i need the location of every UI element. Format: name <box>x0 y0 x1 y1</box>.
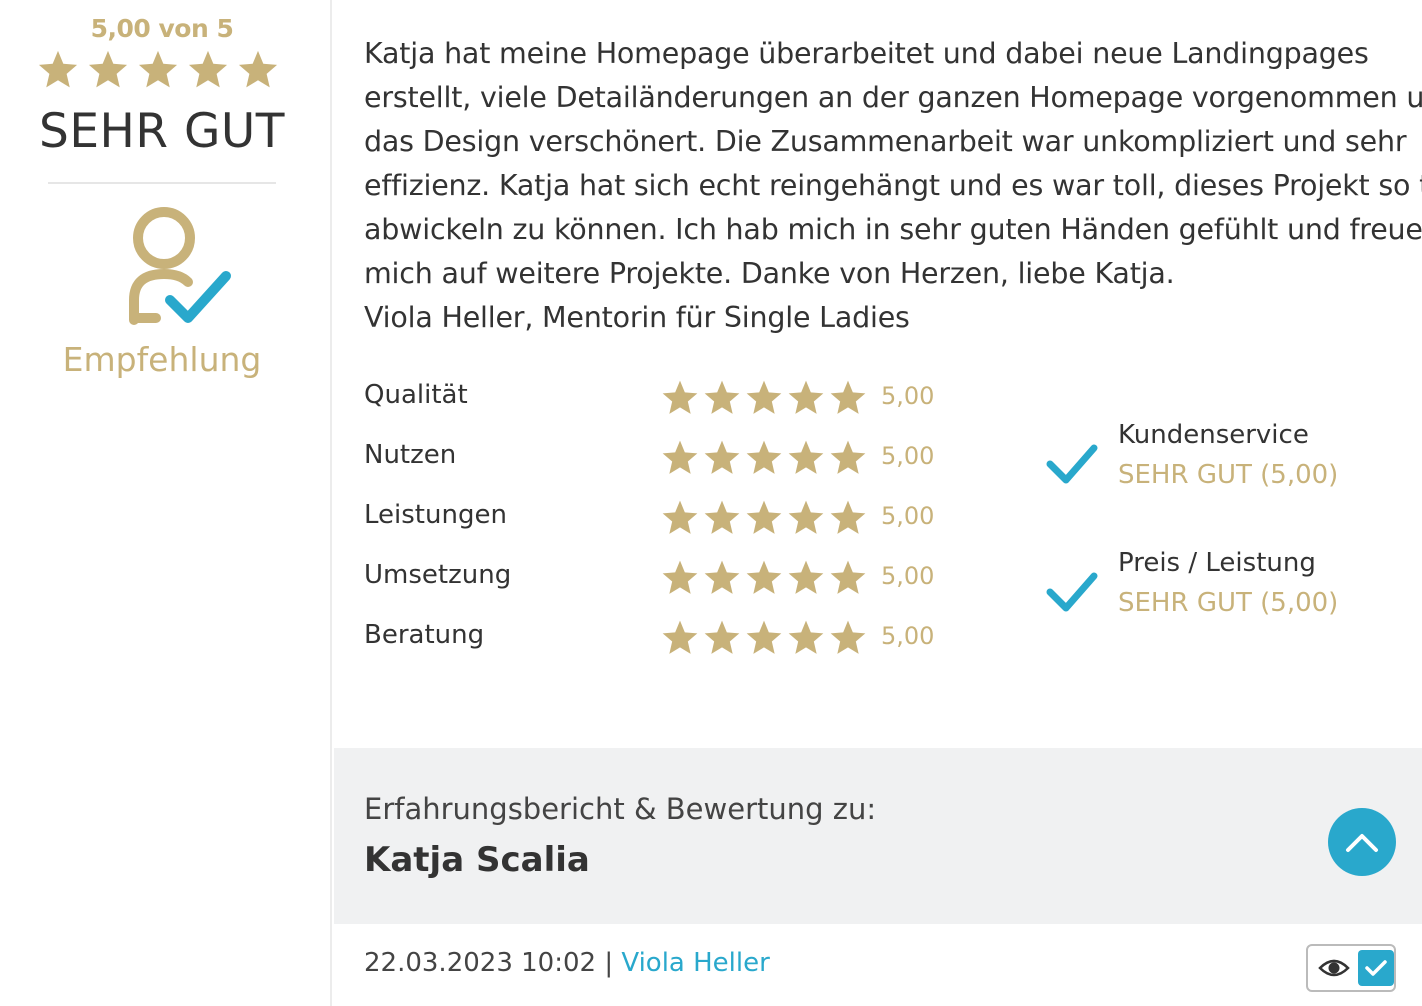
rating-value: 5,00 <box>881 382 935 410</box>
check-icon <box>1046 572 1098 612</box>
review-line: effizienz. Katja hat sich echt reingehän… <box>364 169 1422 202</box>
star-icon <box>662 500 698 534</box>
star-icon <box>704 380 740 414</box>
rating-label: Leistungen <box>364 500 507 530</box>
star-icon <box>746 440 782 474</box>
overall-score: 5,00 von 5 <box>90 14 234 43</box>
rating-summary-sidebar: 5,00 von 5 SEHR GUT Empfehlung <box>0 0 332 1006</box>
rating-value: 5,00 <box>881 562 935 590</box>
star-icon <box>704 500 740 534</box>
rating-value: 5,00 <box>881 442 935 470</box>
star-icon <box>788 380 824 414</box>
rating-stars <box>660 498 868 538</box>
rating-row: Umsetzung 5,00 <box>364 550 984 610</box>
review-line: mich auf weitere Projekte. Danke von Her… <box>364 257 1175 290</box>
star-icon <box>88 50 128 88</box>
rating-label: Nutzen <box>364 440 457 470</box>
star-icon <box>238 50 278 88</box>
reviewed-name[interactable]: Katja Scalia <box>364 840 590 880</box>
review-date: 22.03.2023 10:02 <box>364 948 597 978</box>
star-icon <box>830 440 866 474</box>
check-icon <box>1046 444 1098 484</box>
rating-row: Leistungen 5,00 <box>364 490 984 550</box>
star-icon <box>830 560 866 594</box>
reviewed-profile-band: Erfahrungsbericht & Bewertung zu: Katja … <box>334 748 1422 924</box>
star-icon <box>662 560 698 594</box>
rating-label: Qualität <box>364 380 468 410</box>
recommend-label: Empfehlung <box>62 340 262 379</box>
review-main: Katja hat meine Homepage überarbeitet un… <box>334 0 1422 1006</box>
extra-value: SEHR GUT (5,00) <box>1118 588 1339 618</box>
review-meta: 22.03.2023 10:02 | Viola Heller <box>364 948 770 978</box>
verified-badge[interactable] <box>1306 944 1396 992</box>
star-icon <box>704 560 740 594</box>
star-icon <box>788 500 824 534</box>
rating-stars <box>660 618 868 658</box>
star-icon <box>830 620 866 654</box>
review-line: erstellt, viele Detailänderungen an der … <box>364 81 1422 114</box>
star-icon <box>662 620 698 654</box>
extra-rating-kundenservice: Kundenservice SEHR GUT (5,00) <box>1046 420 1406 510</box>
star-icon <box>704 440 740 474</box>
author-link[interactable]: Viola Heller <box>621 948 769 978</box>
rating-row: Nutzen 5,00 <box>364 430 984 490</box>
extra-rating-preis-leistung: Preis / Leistung SEHR GUT (5,00) <box>1046 548 1406 638</box>
user-check-icon <box>129 207 231 325</box>
rating-row: Beratung 5,00 <box>364 610 984 670</box>
star-icon <box>704 620 740 654</box>
rating-stars <box>660 438 868 478</box>
star-icon <box>38 50 78 88</box>
star-icon <box>788 440 824 474</box>
star-icon <box>746 560 782 594</box>
rating-value: 5,00 <box>881 622 935 650</box>
eye-icon <box>1318 959 1350 977</box>
star-icon <box>746 380 782 414</box>
chevron-up-icon <box>1346 834 1378 852</box>
star-icon <box>662 440 698 474</box>
star-icon <box>662 380 698 414</box>
review-line: abwickeln zu können. Ich hab mich in seh… <box>364 213 1422 246</box>
review-text: Katja hat meine Homepage überarbeitet un… <box>364 32 1422 340</box>
star-icon <box>830 500 866 534</box>
verified-check-icon <box>1358 950 1394 986</box>
star-icon <box>746 500 782 534</box>
rating-label: Beratung <box>364 620 485 650</box>
rating-label: Umsetzung <box>364 560 512 590</box>
star-icon <box>788 620 824 654</box>
extra-value: SEHR GUT (5,00) <box>1118 460 1339 490</box>
rating-stars <box>660 558 868 598</box>
meta-separator: | <box>596 948 622 978</box>
star-icon <box>746 620 782 654</box>
sidebar-divider <box>48 182 276 184</box>
star-icon <box>188 50 228 88</box>
review-signature: Viola Heller, Mentorin für Single Ladies <box>364 301 910 334</box>
review-line: das Design verschönert. Die Zusammenarbe… <box>364 125 1407 158</box>
extra-title: Kundenservice <box>1118 420 1309 450</box>
rating-stars <box>660 378 868 418</box>
rating-row: Qualität 5,00 <box>364 370 984 430</box>
rating-value: 5,00 <box>881 502 935 530</box>
star-icon <box>830 380 866 414</box>
overall-verdict: SEHR GUT <box>39 104 285 159</box>
overall-stars <box>36 48 280 92</box>
star-icon <box>138 50 178 88</box>
band-label: Erfahrungsbericht & Bewertung zu: <box>364 792 877 826</box>
star-icon <box>788 560 824 594</box>
review-line: Katja hat meine Homepage überarbeitet un… <box>364 37 1369 70</box>
extra-title: Preis / Leistung <box>1118 548 1316 578</box>
scroll-to-top-button[interactable] <box>1328 808 1396 876</box>
